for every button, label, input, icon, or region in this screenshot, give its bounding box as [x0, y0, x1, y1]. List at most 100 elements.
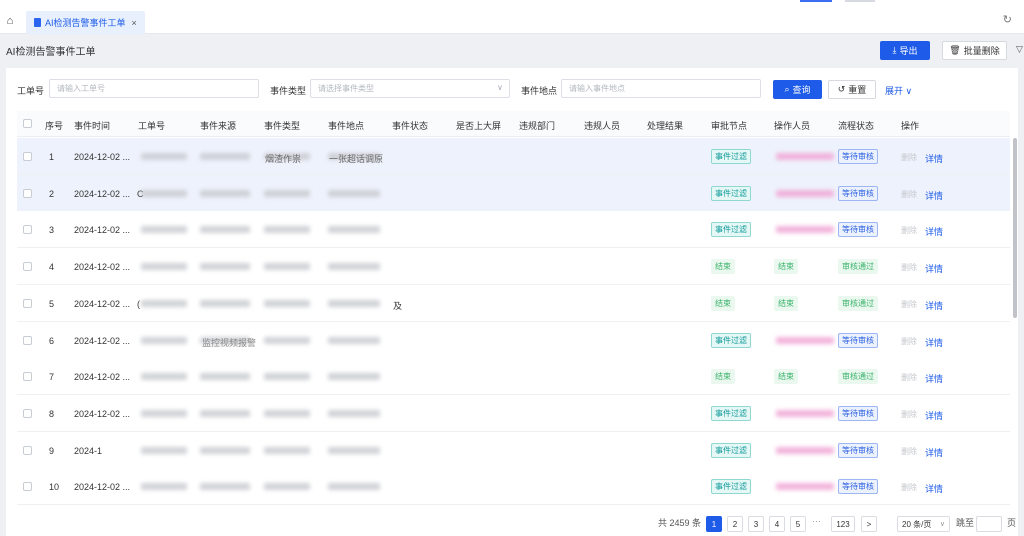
col-status: 事件状态 [392, 121, 429, 131]
page-unit-label: 页 [1007, 518, 1017, 528]
row-checkbox[interactable] [23, 298, 32, 308]
delete-link[interactable]: 删除 [901, 299, 917, 310]
detail-link[interactable]: 详情 [925, 446, 943, 459]
export-button[interactable]: ⤓ 导出 [880, 41, 930, 60]
row-location-redacted [328, 263, 380, 271]
row-checkbox[interactable] [23, 188, 32, 198]
table-row[interactable]: 10 2024-12-02 ... 事件过滤 等待审核 删除 详情 [17, 468, 1010, 506]
row-extra: 及 [393, 300, 403, 311]
home-icon[interactable]: ⌂ [0, 8, 20, 34]
row-time: 2024-12-02 ... [74, 408, 131, 419]
detail-link[interactable]: 详情 [925, 189, 943, 202]
row-time: 2024-12-02 ... [74, 225, 131, 236]
row-checkbox[interactable] [23, 335, 32, 345]
expand-toggle[interactable]: 展开 ∨ [885, 84, 912, 97]
operator-redacted [776, 153, 834, 160]
delete-link[interactable]: 删除 [901, 372, 917, 383]
row-source-redacted [200, 409, 250, 417]
col-result: 处理结果 [647, 121, 684, 131]
next-page-button[interactable]: > [861, 516, 877, 532]
row-index: 2 [49, 188, 55, 199]
detail-link[interactable]: 详情 [925, 225, 943, 238]
row-source-redacted [200, 263, 250, 271]
row-checkbox[interactable] [23, 482, 32, 492]
filter-icon[interactable]: ▽ [1016, 44, 1023, 55]
row-type-redacted [264, 373, 310, 381]
select-all-checkbox[interactable] [23, 119, 32, 128]
jump-page-input[interactable] [976, 516, 1002, 532]
col-index: 序号 [45, 121, 64, 131]
reset-button[interactable]: ↺ 重置 [828, 80, 876, 99]
row-checkbox[interactable] [23, 262, 32, 272]
page-2-button[interactable]: 2 [727, 516, 743, 532]
col-type: 事件类型 [264, 121, 301, 131]
row-source-redacted [200, 299, 250, 307]
row-source-redacted [200, 189, 250, 197]
row-checkbox[interactable] [23, 372, 32, 382]
row-checkbox[interactable] [23, 445, 32, 455]
detail-link[interactable]: 详情 [925, 299, 943, 312]
delete-link[interactable]: 删除 [901, 482, 917, 493]
row-order-no-redacted [141, 409, 187, 417]
table-row[interactable]: 3 2024-12-02 ... 事件过滤 等待审核 删除 详情 [17, 211, 1010, 249]
row-time: 2024-12-02 ... [74, 298, 131, 309]
delete-link[interactable]: 删除 [901, 189, 917, 200]
search-button[interactable]: ⌕ 查询 [773, 80, 822, 99]
page-1-button[interactable]: 1 [706, 516, 722, 532]
detail-link[interactable]: 详情 [925, 372, 943, 385]
detail-link[interactable]: 详情 [925, 262, 943, 275]
page-3-button[interactable]: 3 [748, 516, 764, 532]
detail-link[interactable]: 详情 [925, 336, 943, 349]
batch-delete-button[interactable]: 🗑 批量删除 [942, 41, 1007, 60]
row-location-redacted [328, 189, 380, 197]
batch-delete-label: 批量删除 [963, 46, 1000, 56]
delete-link[interactable]: 删除 [901, 336, 917, 347]
page-last-button[interactable]: 123 [831, 516, 855, 532]
expand-label: 展开 [885, 86, 904, 96]
page-5-button[interactable]: 5 [790, 516, 806, 532]
detail-link[interactable]: 详情 [925, 409, 943, 422]
page-size-select[interactable]: 20 条/页 ∨ [897, 516, 950, 532]
operator-tag: 结束 [774, 295, 798, 311]
row-type-redacted [264, 483, 310, 491]
row-type-redacted [264, 226, 310, 234]
event-location-input[interactable]: 请输入事件地点 [561, 79, 761, 98]
table-row[interactable]: 8 2024-12-02 ... 事件过滤 等待审核 删除 详情 [17, 394, 1010, 432]
row-checkbox[interactable] [23, 225, 32, 235]
table-scrollbar[interactable] [1013, 138, 1017, 318]
row-order-no-redacted [141, 299, 187, 307]
row-checkbox[interactable] [23, 152, 32, 161]
refresh-icon[interactable]: ↻ [1003, 13, 1012, 26]
table-row[interactable]: 4 2024-12-02 ... 结束 结束 审核通过 删除 详情 [17, 248, 1010, 286]
row-index: 7 [49, 372, 55, 383]
approval-node-tag: 事件过滤 [711, 222, 751, 238]
table-row[interactable]: 6 2024-12-02 ... 监控视频报警 事件过滤 等待审核 删除 详情 [17, 321, 1010, 359]
tab-close-icon[interactable]: × [132, 18, 137, 28]
row-location-redacted [328, 336, 380, 344]
pagination-ellipsis[interactable]: ··· [812, 516, 821, 526]
detail-link[interactable]: 详情 [925, 152, 943, 165]
document-icon [34, 18, 41, 27]
table-row[interactable]: 9 2024-1 事件过滤 等待审核 删除 详情 [17, 431, 1010, 469]
event-type-select[interactable]: 请选择事件类型 ∨ [310, 79, 510, 98]
row-order-no-redacted [141, 336, 187, 344]
delete-link[interactable]: 删除 [901, 152, 917, 163]
table-row[interactable]: 2 2024-12-02 ... C 事件过滤 等待审核 删除 详情 [17, 174, 1010, 212]
row-checkbox[interactable] [23, 408, 32, 418]
row-index: 8 [49, 408, 55, 419]
table-row[interactable]: 5 2024-12-02 ... ( 及 结束 结束 审核通过 删除 详情 [17, 284, 1010, 322]
page-4-button[interactable]: 4 [769, 516, 785, 532]
operator-redacted [776, 409, 834, 417]
delete-link[interactable]: 删除 [901, 262, 917, 273]
operator-redacted [776, 483, 834, 491]
chevron-down-icon: ∨ [497, 83, 503, 92]
delete-link[interactable]: 删除 [901, 225, 917, 236]
order-no-input[interactable]: 请输入工单号 [49, 79, 259, 98]
delete-link[interactable]: 删除 [901, 446, 917, 457]
delete-link[interactable]: 删除 [901, 409, 917, 420]
table-row[interactable]: 7 2024-12-02 ... 结束 结束 审核通过 删除 详情 [17, 358, 1010, 396]
detail-link[interactable]: 详情 [925, 482, 943, 495]
table-row[interactable]: 1 2024-12-02 ... 烟渣作祟 一张超话调原 事件过滤 等待审核 删… [17, 138, 1010, 175]
operator-redacted [776, 226, 834, 234]
tab-ai-alarm-orders[interactable]: AI检测告警事件工单 × [26, 11, 145, 34]
